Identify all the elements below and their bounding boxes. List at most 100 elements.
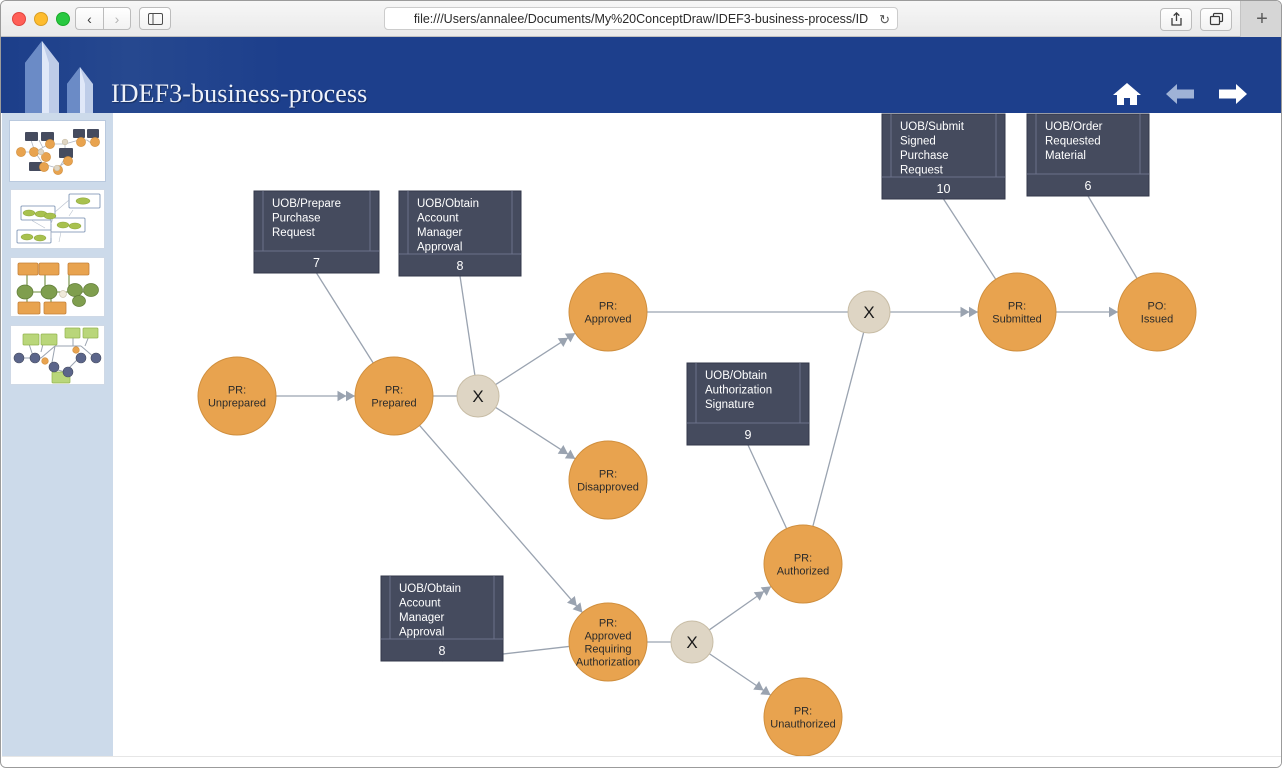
forward-page-button[interactable] <box>1217 81 1249 107</box>
state-node[interactable]: PR: Disapproved <box>568 440 648 520</box>
arrow-triangle <box>753 591 765 601</box>
diagram-edge <box>708 585 772 631</box>
uob-box-label-line: UOB/Obtain <box>417 198 479 210</box>
share-button[interactable] <box>1160 7 1192 31</box>
diagram-edge <box>1087 195 1138 279</box>
diagram-edge <box>890 306 978 318</box>
uob-box-label-line: Account <box>417 213 459 225</box>
uob-box-number: 9 <box>745 428 752 442</box>
uob-box-number: 10 <box>937 182 951 196</box>
junction-node[interactable]: X <box>670 620 714 664</box>
uob-box[interactable]: UOB/Obtain Authorization Signature 9 <box>686 362 810 446</box>
back-page-button[interactable] <box>1164 81 1196 107</box>
state-node-label-line: PR: <box>599 618 617 630</box>
uob-box-label-line: Signed <box>900 136 936 148</box>
show-tabs-button[interactable] <box>1200 7 1232 31</box>
state-node-label-line: Authorization <box>576 657 640 669</box>
uob-box-label-line: UOB/Prepare <box>272 198 341 210</box>
state-node[interactable]: PR: Unprepared <box>197 356 277 436</box>
state-node-label-line: PR: <box>794 706 812 718</box>
diagram-edge <box>709 653 772 696</box>
address-bar[interactable]: file:///Users/annalee/Documents/My%20Con… <box>384 7 898 30</box>
uob-box[interactable]: UOB/Prepare Purchase Request 7 <box>253 190 380 274</box>
idef3-process-diagram: UOB/Prepare Purchase Request 7 UOB/Obtain Acc… <box>197 113 1197 757</box>
uob-box[interactable]: UOB/Obtain Account Manager Approval 8 <box>398 190 522 277</box>
state-node[interactable]: PR: Prepared <box>354 356 434 436</box>
state-node-label-line: Unprepared <box>208 398 266 410</box>
uob-box-label-line: Requested <box>1045 136 1101 148</box>
forward-arrow-icon <box>1219 84 1247 104</box>
junction-node[interactable]: X <box>456 374 500 418</box>
browser-toolbar: ‹ › file:///Users/annalee/Documents/My%2… <box>1 1 1281 37</box>
edge-arrowhead <box>960 306 978 318</box>
home-button[interactable] <box>1111 80 1143 108</box>
state-node-label-line: Unauthorized <box>770 719 835 731</box>
uob-box-label-line: Account <box>399 598 441 610</box>
edge-arrowhead <box>557 444 576 459</box>
uob-box-label-line: Manager <box>399 612 445 624</box>
state-node[interactable]: PR: Submitted <box>977 272 1057 352</box>
uob-box[interactable]: UOB/Obtain Account Manager Approval 8 <box>380 575 504 662</box>
sidebar-toggle-button[interactable] <box>139 7 171 30</box>
state-node[interactable]: PO: Issued <box>1117 272 1197 352</box>
diagram-edge <box>459 275 476 376</box>
diagram-edge <box>495 332 576 386</box>
diagram-edge <box>747 444 788 529</box>
uob-box-number: 8 <box>457 259 464 273</box>
arrow-triangle <box>1109 306 1118 318</box>
state-node-label-line: Disapproved <box>577 482 639 494</box>
state-node-label-line: PR: <box>794 553 812 565</box>
thumbnail-preview-2 <box>16 193 101 244</box>
edge-line <box>459 275 476 376</box>
state-node-label-line: PR: <box>385 385 403 397</box>
uob-box-label-line: Purchase <box>272 213 321 225</box>
thumbnail-preview-3 <box>16 262 99 315</box>
zoom-window-button[interactable] <box>56 12 70 26</box>
navigation-button-group: ‹ › <box>75 7 131 30</box>
edge-arrowhead <box>557 333 576 348</box>
edge-arrowhead <box>1109 306 1118 318</box>
back-button[interactable]: ‹ <box>75 7 103 30</box>
sidebar-item-thumbnail-1[interactable] <box>10 121 105 181</box>
minimize-window-button[interactable] <box>34 12 48 26</box>
sidebar-item-thumbnail-3[interactable] <box>10 257 105 317</box>
state-node[interactable]: PR: Approved Requiring Authorization <box>568 602 648 682</box>
conceptdraw-logo <box>25 41 93 113</box>
url-text: file:///Users/annalee/Documents/My%20Con… <box>413 11 869 26</box>
state-node-label-line: PR: <box>228 385 246 397</box>
uob-box-number: 6 <box>1085 179 1092 193</box>
arrow-triangle <box>557 337 569 348</box>
new-tab-button[interactable]: + <box>1240 1 1281 37</box>
diagram-edge <box>812 332 865 527</box>
state-node-label-line: PR: <box>599 301 617 313</box>
diagram-canvas[interactable]: UOB/Prepare Purchase Request 7 UOB/Obtain Acc… <box>113 113 1281 767</box>
thumbnail-preview-1 <box>16 129 100 175</box>
state-node[interactable]: PR: Approved <box>568 272 648 352</box>
junction-node[interactable]: X <box>847 290 891 334</box>
state-node-label-line: Approved <box>584 314 631 326</box>
uob-box-label-line: UOB/Obtain <box>399 583 461 595</box>
thumbnail-sidebar[interactable] <box>2 113 113 756</box>
sidebar-toggle-icon <box>147 12 163 25</box>
sidebar-item-thumbnail-2[interactable] <box>10 189 105 249</box>
diagram-edge <box>276 390 355 402</box>
forward-button[interactable]: › <box>103 7 131 30</box>
junction-node-label: X <box>472 387 483 406</box>
state-node[interactable]: PR: Unauthorized <box>763 677 843 757</box>
uob-box-number: 7 <box>313 256 320 270</box>
edge-line <box>315 272 374 364</box>
uob-box[interactable]: UOB/Order Requested Material 6 <box>1026 113 1150 197</box>
document-header: IDEF3-business-process <box>1 37 1281 113</box>
close-window-button[interactable] <box>12 12 26 26</box>
sidebar-item-thumbnail-4[interactable] <box>10 325 105 385</box>
diagram-edge <box>315 272 374 364</box>
page-title: IDEF3-business-process <box>111 79 368 108</box>
state-node[interactable]: PR: Authorized <box>763 524 843 604</box>
horizontal-scrollbar[interactable] <box>2 756 1281 767</box>
uob-box[interactable]: UOB/Submit Signed Purchase Request 10 <box>881 113 1006 200</box>
uob-box-label-line: UOB/Order <box>1045 121 1103 133</box>
diagram-edge <box>1056 306 1118 318</box>
reload-button[interactable]: ↻ <box>879 12 890 28</box>
uob-box-label-line: Manager <box>417 227 463 239</box>
uob-box-label-line: Signature <box>705 399 754 411</box>
